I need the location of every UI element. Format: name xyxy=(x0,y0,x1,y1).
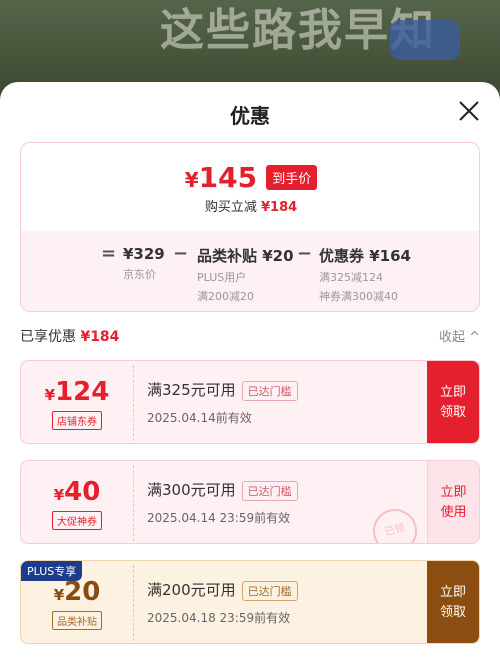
claim-button[interactable]: 立即领取 xyxy=(427,561,479,643)
threshold-badge: 已达门槛 xyxy=(241,381,298,401)
coupon-details: 满200元可用 已达门槛 2025.04.18 23:59前有效 xyxy=(147,579,298,626)
coupon-details: 满325元可用 已达门槛 2025.04.14前有效 xyxy=(147,379,298,426)
threshold-badge: 已达门槛 xyxy=(241,581,298,601)
coupon-divider xyxy=(133,565,134,641)
coupon-divider xyxy=(133,465,134,541)
price-summary: ¥145 到手价 购买立减 ¥184 = ¥329 京东价 − 品类补贴 ¥20… xyxy=(20,142,480,312)
close-icon[interactable] xyxy=(458,100,480,122)
minus-sign: − xyxy=(297,243,313,264)
coupon-card: ¥124 店铺东券 满325元可用 已达门槛 2025.04.14前有效 立即领取 xyxy=(20,360,480,444)
collapse-button[interactable]: 收起 ^ xyxy=(439,326,480,345)
minus-sign: − xyxy=(173,243,189,264)
claimed-stamp: 已领 xyxy=(368,504,422,543)
enjoyed-discount: 已享优惠 ¥184 xyxy=(20,329,120,345)
sheet-title: 优惠 xyxy=(230,104,270,128)
coupon-type-tag: 大促神券 xyxy=(52,511,102,530)
coupon-value: ¥40 大促神券 xyxy=(52,477,102,530)
threshold-badge: 已达门槛 xyxy=(241,481,298,501)
coupon-expiry: 2025.04.18 23:59前有效 xyxy=(147,611,291,625)
discount-sheet: 优惠 ¥145 到手价 购买立减 ¥184 = ¥329 京东价 − 品类补贴 … xyxy=(0,82,500,665)
coupon-expiry: 2025.04.14前有效 xyxy=(147,411,252,425)
category-subsidy: 品类补贴 ¥20 PLUS用户 满200减20 xyxy=(197,247,294,303)
final-price: ¥145 xyxy=(184,161,258,194)
coupon-card: PLUS专享 ¥20 品类补贴 满200元可用 已达门槛 2025.04.18 2… xyxy=(20,560,480,644)
equals-sign: = xyxy=(101,243,117,264)
claim-button[interactable]: 立即领取 xyxy=(427,361,479,443)
coupon-type-tag: 店铺东券 xyxy=(52,411,102,430)
coupon-value: ¥124 店铺东券 xyxy=(44,377,110,430)
coupon-divider xyxy=(133,365,134,441)
final-price-row: ¥145 到手价 xyxy=(21,161,481,194)
base-price: ¥329 京东价 xyxy=(123,245,165,281)
final-price-tag: 到手价 xyxy=(266,165,318,190)
coupon-card: ¥40 大促神券 满300元可用 已达门槛 2025.04.14 23:59前有效… xyxy=(20,460,480,544)
background-decoration xyxy=(390,20,460,60)
coupon-details: 满300元可用 已达门槛 2025.04.14 23:59前有效 xyxy=(147,479,298,526)
coupon-discount: 优惠券 ¥164 满325减124 神券满300减40 xyxy=(319,247,411,303)
coupon-value: ¥20 品类补贴 xyxy=(52,577,102,630)
use-button[interactable]: 立即使用 xyxy=(427,461,479,543)
coupon-expiry: 2025.04.14 23:59前有效 xyxy=(147,511,291,525)
coupon-type-tag: 品类补贴 xyxy=(52,611,102,630)
reduce-line: 购买立减 ¥184 xyxy=(204,200,298,215)
